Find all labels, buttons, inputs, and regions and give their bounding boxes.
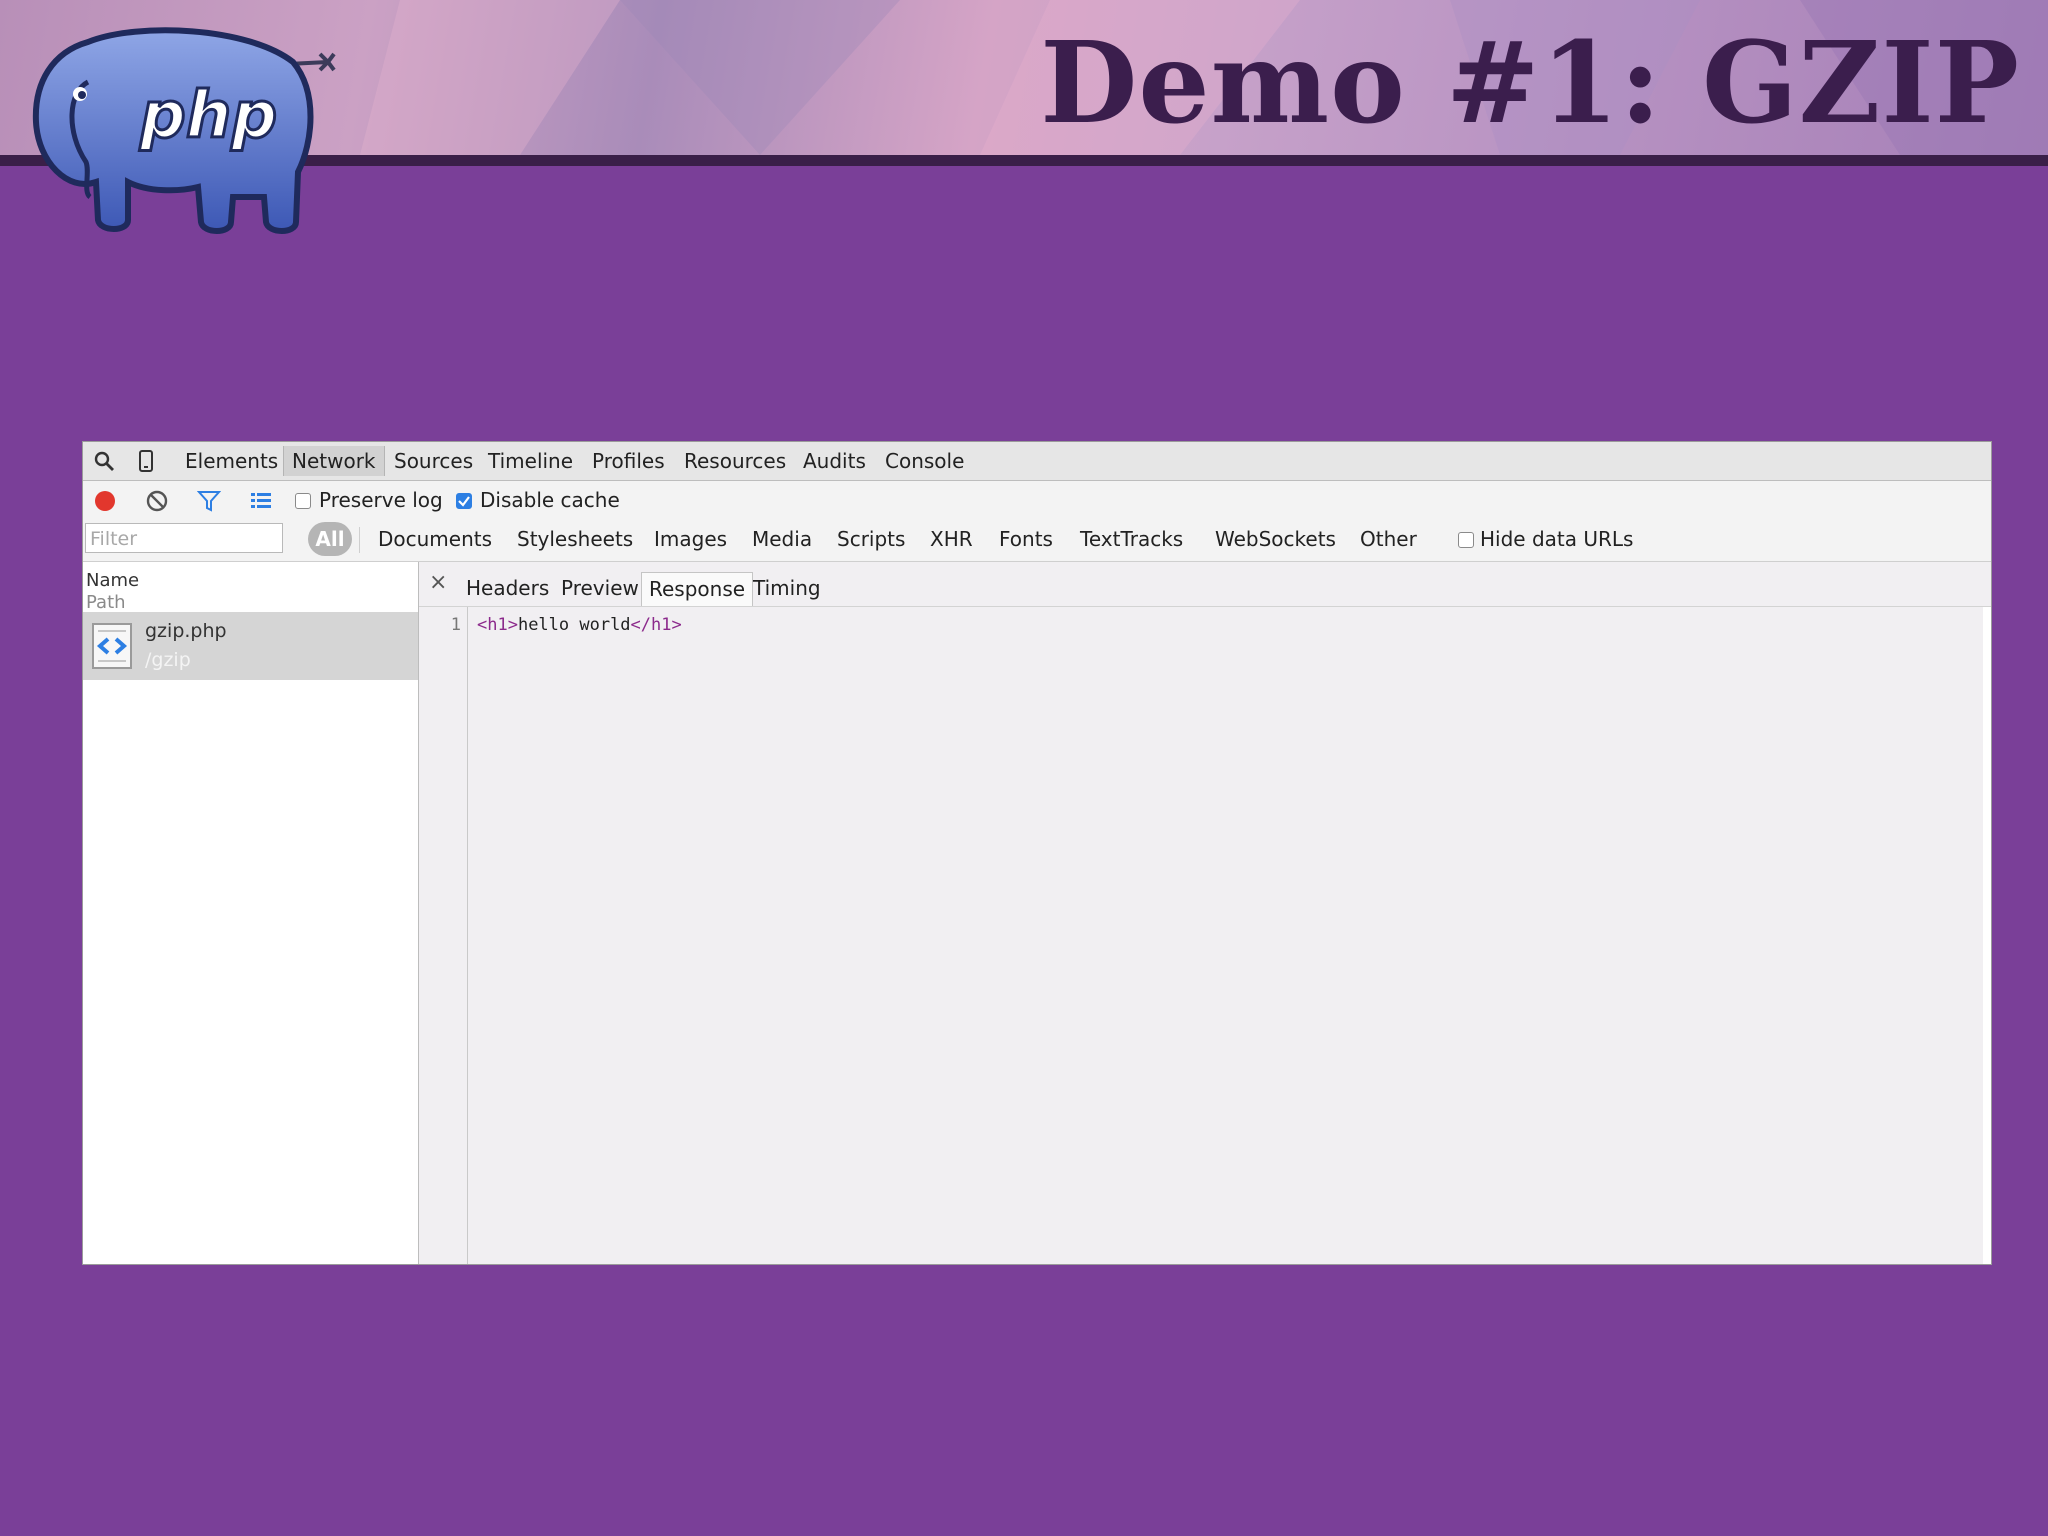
devtools-tabbar: Elements Network Sources Timeline Profil… — [83, 442, 1991, 481]
filter-fonts[interactable]: Fonts — [999, 527, 1053, 551]
line-number: 1 — [450, 615, 461, 635]
tab-preview[interactable]: Preview — [554, 572, 646, 606]
tab-headers[interactable]: Headers — [459, 572, 556, 606]
tab-console[interactable]: Console — [877, 446, 972, 476]
clear-icon[interactable] — [145, 489, 169, 513]
filter-all-button[interactable]: All — [308, 522, 352, 556]
large-rows-icon[interactable] — [249, 489, 273, 513]
tab-elements[interactable]: Elements — [177, 446, 286, 476]
tab-timeline[interactable]: Timeline — [480, 446, 581, 476]
php-elephant-logo: php — [32, 27, 336, 234]
request-row[interactable]: gzip.php /gzip — [83, 612, 418, 680]
response-body[interactable]: <h1>hello world</h1> — [477, 615, 682, 635]
filter-other[interactable]: Other — [1360, 527, 1417, 551]
preserve-log-label: Preserve log — [319, 488, 443, 512]
filter-scripts[interactable]: Scripts — [837, 527, 905, 551]
filter-websockets[interactable]: WebSockets — [1215, 527, 1336, 551]
response-close-tag: </h1> — [630, 615, 682, 635]
response-text: hello world — [517, 615, 631, 635]
requests-pane: Name Path gzip.php /gzip — [83, 562, 419, 1264]
disable-cache-checkbox[interactable] — [456, 493, 472, 509]
request-path: /gzip — [145, 649, 191, 671]
hide-data-urls-checkbox[interactable] — [1458, 532, 1474, 548]
hide-data-urls-label: Hide data URLs — [1480, 527, 1634, 551]
devtools-window: Elements Network Sources Timeline Profil… — [82, 441, 1992, 1265]
scrollbar[interactable] — [1983, 607, 1991, 1264]
column-header-path: Path — [86, 592, 126, 613]
html-file-icon — [92, 623, 132, 669]
tab-audits[interactable]: Audits — [795, 446, 874, 476]
request-details-pane: × Headers Preview Response Timing 1 <h1>… — [419, 562, 1991, 1264]
filter-divider — [359, 527, 360, 553]
tab-network[interactable]: Network — [283, 446, 385, 476]
column-header-name[interactable]: Name — [86, 570, 139, 591]
close-icon[interactable]: × — [429, 570, 447, 595]
response-open-tag: <h1> — [477, 615, 518, 635]
filter-input[interactable]: Filter — [85, 523, 283, 553]
device-mode-icon[interactable] — [135, 450, 157, 472]
filter-xhr[interactable]: XHR — [930, 527, 973, 551]
record-icon[interactable] — [93, 489, 117, 513]
filter-documents[interactable]: Documents — [378, 527, 492, 551]
filter-stylesheets[interactable]: Stylesheets — [517, 527, 633, 551]
tab-resources[interactable]: Resources — [676, 446, 794, 476]
filter-bar: Filter All Documents Stylesheets Images … — [83, 519, 1991, 562]
search-icon[interactable] — [93, 450, 115, 472]
tab-profiles[interactable]: Profiles — [584, 446, 673, 476]
tab-response[interactable]: Response — [641, 572, 754, 606]
slide-title: Demo #1: GZIP — [1040, 18, 2020, 149]
tab-timing[interactable]: Timing — [746, 572, 828, 606]
disable-cache-label: Disable cache — [480, 488, 620, 512]
filter-icon[interactable] — [197, 489, 221, 513]
request-name: gzip.php — [145, 620, 227, 642]
filter-texttracks[interactable]: TextTracks — [1080, 527, 1183, 551]
line-number-gutter: 1 — [419, 607, 468, 1264]
svg-text:php: php — [139, 79, 277, 153]
details-tabbar: × Headers Preview Response Timing — [419, 562, 1991, 607]
tab-sources[interactable]: Sources — [386, 446, 481, 476]
filter-media[interactable]: Media — [752, 527, 812, 551]
network-toolbar: Preserve log Disable cache — [83, 481, 1991, 519]
checkmark-icon — [458, 496, 470, 507]
filter-images[interactable]: Images — [654, 527, 727, 551]
preserve-log-checkbox[interactable] — [295, 493, 311, 509]
